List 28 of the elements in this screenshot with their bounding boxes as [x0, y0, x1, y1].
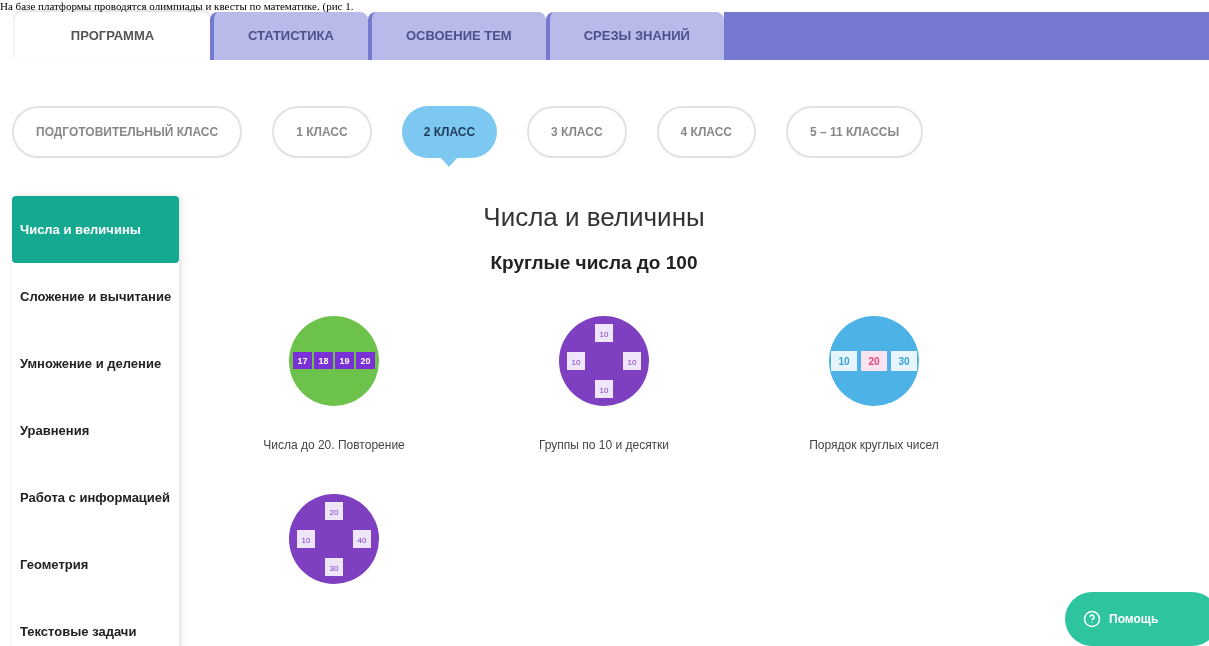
help-icon: [1083, 610, 1101, 628]
tab[interactable]: СРЕЗЫ ЗНАНИЙ: [545, 12, 724, 60]
grade-pill[interactable]: 1 КЛАСС: [272, 106, 372, 158]
topic-icon[interactable]: 20 10 40 30: [289, 493, 379, 584]
tab[interactable]: ПРОГРАММА: [15, 12, 210, 60]
topic-label[interactable]: Группы по 10 и десятки: [538, 435, 670, 454]
document-text: На базе платформы проводятся олимпиады и квесты по математике. (рис 1.: [0, 0, 354, 12]
topic-label[interactable]: Числа до 20. Повторение: [263, 435, 405, 454]
grade-pill[interactable]: 4 КЛАСС: [656, 106, 756, 158]
topic-icon[interactable]: 10 10 10 10: [559, 315, 649, 406]
sidebar-item[interactable]: Уравнения: [12, 397, 179, 464]
sidebar-item[interactable]: Геометрия: [12, 531, 179, 598]
sidebar-item[interactable]: Текстовые задачи: [12, 598, 179, 646]
sidebar-item[interactable]: Числа и величины: [12, 196, 179, 263]
tab[interactable]: ОСВОЕНИЕ ТЕМ: [367, 12, 546, 60]
sidebar-item[interactable]: Умножение и деление: [12, 330, 179, 397]
pointer-icon: [440, 157, 459, 167]
tab[interactable]: СТАТИСТИКА: [210, 12, 368, 60]
grade-pill[interactable]: ПОДГОТОВИТЕЛЬНЫЙ КЛАСС: [12, 106, 243, 158]
grade-pill[interactable]: 3 КЛАСС: [527, 106, 627, 158]
section-title: Числа и величины: [483, 201, 705, 234]
sidebar-item[interactable]: Работа с информацией: [12, 464, 179, 531]
topic-label[interactable]: Порядок круглых чисел: [809, 435, 939, 454]
topic-icon[interactable]: 10 20 30: [829, 315, 919, 406]
grade-pill[interactable]: 5 – 11 КЛАССЫ: [786, 106, 924, 158]
topic-icon[interactable]: 17 18 19 20: [289, 315, 379, 406]
sidebar-item[interactable]: Сложение и вычитание: [12, 263, 179, 330]
topic-group-title: Круглые числа до 100: [490, 251, 698, 275]
